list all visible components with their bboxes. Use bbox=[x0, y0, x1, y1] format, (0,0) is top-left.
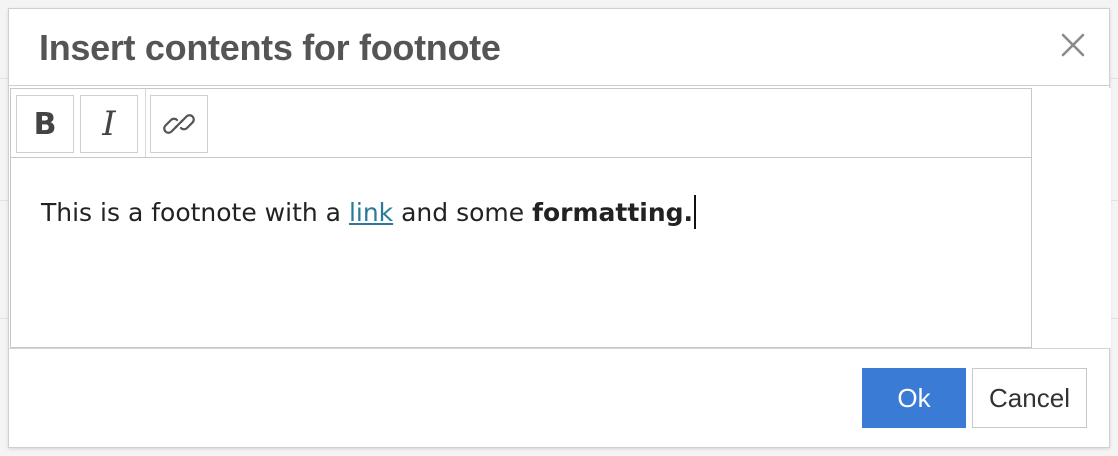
link-button[interactable] bbox=[150, 95, 208, 153]
footnote-dialog: Insert contents for footnote B I This is… bbox=[8, 8, 1111, 448]
toolbar-separator bbox=[145, 89, 146, 157]
close-icon bbox=[1061, 33, 1085, 57]
footnote-content-input[interactable]: This is a footnote with a link and some … bbox=[11, 159, 1031, 347]
link-icon bbox=[163, 114, 195, 134]
footer-divider bbox=[9, 348, 1109, 349]
content-text: and some bbox=[393, 198, 533, 227]
bold-icon: B bbox=[33, 106, 57, 142]
italic-icon: I bbox=[102, 104, 116, 144]
italic-button[interactable]: I bbox=[80, 95, 138, 153]
dialog-title: Insert contents for footnote bbox=[39, 27, 501, 68]
dialog-header: Insert contents for footnote bbox=[9, 9, 1109, 86]
editor-toolbar: B I bbox=[11, 89, 1031, 158]
text-caret bbox=[694, 195, 697, 229]
content-text: This is a footnote with a bbox=[41, 198, 349, 227]
close-button[interactable] bbox=[1059, 31, 1087, 59]
content-link[interactable]: link bbox=[349, 198, 393, 227]
rich-text-editor: B I This is a footnote with a link and s… bbox=[10, 88, 1032, 348]
editor-gutter bbox=[1033, 88, 1111, 348]
cancel-button[interactable]: Cancel bbox=[972, 368, 1087, 428]
bold-button[interactable]: B bbox=[16, 95, 74, 153]
ok-button[interactable]: Ok bbox=[862, 368, 966, 428]
content-bold-text: formatting. bbox=[532, 198, 694, 227]
